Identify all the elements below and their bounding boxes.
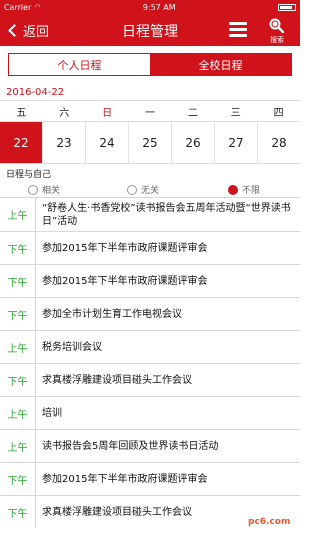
day-cell[interactable]: 23 (43, 122, 86, 163)
event-title: 税务培训会议 (42, 341, 102, 353)
search-button[interactable]: 搜索 (264, 16, 290, 46)
event-title: 求真楼浮雕建设项目碰头工作会议 (42, 374, 192, 386)
event-time: 上午 (0, 331, 36, 363)
event-list: 上午 “舒卷人生·书香党校”读书报告会五周年活动暨“世界读书日”活动 下午 参加… (0, 197, 300, 528)
wifi-icon: ◠ (34, 3, 41, 11)
page-title: 日程管理 (122, 24, 178, 40)
weekday-label: 三 (230, 107, 241, 119)
status-bar: Carrier ◠ 9:57 AM (0, 0, 300, 14)
list-item[interactable]: 下午 求真楼浮雕建设项目碰头工作会议 (0, 363, 300, 396)
event-title: 参加2015年下半年市政府课题评审会 (42, 242, 208, 254)
filter-title: 日程与自己 (6, 170, 52, 180)
event-time: 上午 (0, 198, 36, 231)
weekday-label: 一 (145, 107, 155, 119)
weekday-label: 五 (16, 107, 27, 119)
list-item[interactable]: 上午 税务培训会议 (0, 330, 300, 363)
day-cell[interactable]: 28 (258, 122, 300, 163)
day-cell-selected[interactable]: 22 (0, 122, 43, 163)
event-title: 参加全市计划生育工作电视会议 (42, 308, 182, 320)
hamburger-menu-icon[interactable] (229, 22, 247, 37)
radio-related[interactable]: 相关 (28, 183, 60, 196)
event-title: 参加2015年下半年市政府课题评审会 (42, 275, 208, 287)
event-time: 上午 (0, 397, 36, 429)
tab-personal-schedule[interactable]: 个人日程 (9, 54, 150, 75)
day-cell[interactable]: 25 (129, 122, 172, 163)
day-cell[interactable]: 24 (86, 122, 129, 163)
menu-line-icon (229, 22, 247, 25)
nav-bar: 返回 日程管理 搜索 (0, 14, 300, 46)
radio-checked-icon (228, 184, 238, 195)
search-label: 搜索 (270, 36, 284, 44)
status-left: Carrier ◠ (4, 3, 40, 12)
day-row: 22 23 24 25 26 27 28 (0, 122, 300, 164)
menu-line-icon (229, 34, 247, 37)
radio-label: 相关 (42, 186, 61, 196)
radio-unrelated[interactable]: 无关 (127, 183, 159, 196)
list-item[interactable]: 下午 参加2015年下半年市政府课题评审会 (0, 231, 300, 264)
watermark-logo: pc6.com (248, 517, 291, 527)
list-item[interactable]: 下午 参加2015年下半年市政府课题评审会 (0, 264, 300, 297)
day-cell[interactable]: 26 (172, 122, 215, 163)
day-cell[interactable]: 27 (215, 122, 258, 163)
event-time: 下午 (0, 232, 36, 264)
event-time: 下午 (0, 496, 36, 528)
event-title: 参加2015年下半年市政府课题评审会 (42, 473, 208, 485)
list-item[interactable]: 上午 读书报告会5周年回顾及世界读书日活动 (0, 429, 300, 462)
radio-circle-icon (127, 184, 137, 195)
search-icon (269, 18, 284, 33)
weekday-label: 六 (59, 107, 70, 119)
event-time: 下午 (0, 463, 36, 495)
event-time: 下午 (0, 364, 36, 396)
schedule-tabs: 个人日程 全校日程 (8, 53, 292, 76)
weekday-label: 四 (273, 107, 284, 119)
radio-circle-icon (28, 184, 38, 195)
radio-unlimited[interactable]: 不限 (228, 183, 260, 196)
carrier-label: Carrier (4, 2, 32, 12)
weekday-row: 五 六 日 一 二 三 四 (0, 100, 300, 122)
event-title: “舒卷人生·书香党校”读书报告会五周年活动暨“世界读书日”活动 (42, 202, 291, 227)
radio-label: 无关 (141, 186, 160, 196)
event-time: 下午 (0, 298, 36, 330)
weekday-label: 日 (102, 107, 113, 119)
list-item[interactable]: 下午 参加全市计划生育工作电视会议 (0, 297, 300, 330)
battery-icon (277, 3, 296, 11)
radio-label: 不限 (242, 186, 261, 196)
event-title: 培训 (42, 407, 62, 419)
filter-radio-group: 相关 无关 不限 (0, 181, 300, 197)
current-date: 2016-04-22 (6, 87, 65, 98)
event-title: 读书报告会5周年回顾及世界读书日活动 (42, 440, 219, 452)
list-item[interactable]: 上午 “舒卷人生·书香党校”读书报告会五周年活动暨“世界读书日”活动 (0, 197, 300, 231)
tab-school-schedule[interactable]: 全校日程 (150, 54, 291, 75)
menu-line-icon (229, 28, 247, 31)
weekday-label: 二 (187, 107, 198, 119)
event-time: 上午 (0, 430, 36, 462)
event-time: 下午 (0, 265, 36, 297)
list-item[interactable]: 下午 参加2015年下半年市政府课题评审会 (0, 462, 300, 495)
list-item[interactable]: 上午 培训 (0, 396, 300, 429)
status-time: 9:57 AM (142, 2, 176, 12)
